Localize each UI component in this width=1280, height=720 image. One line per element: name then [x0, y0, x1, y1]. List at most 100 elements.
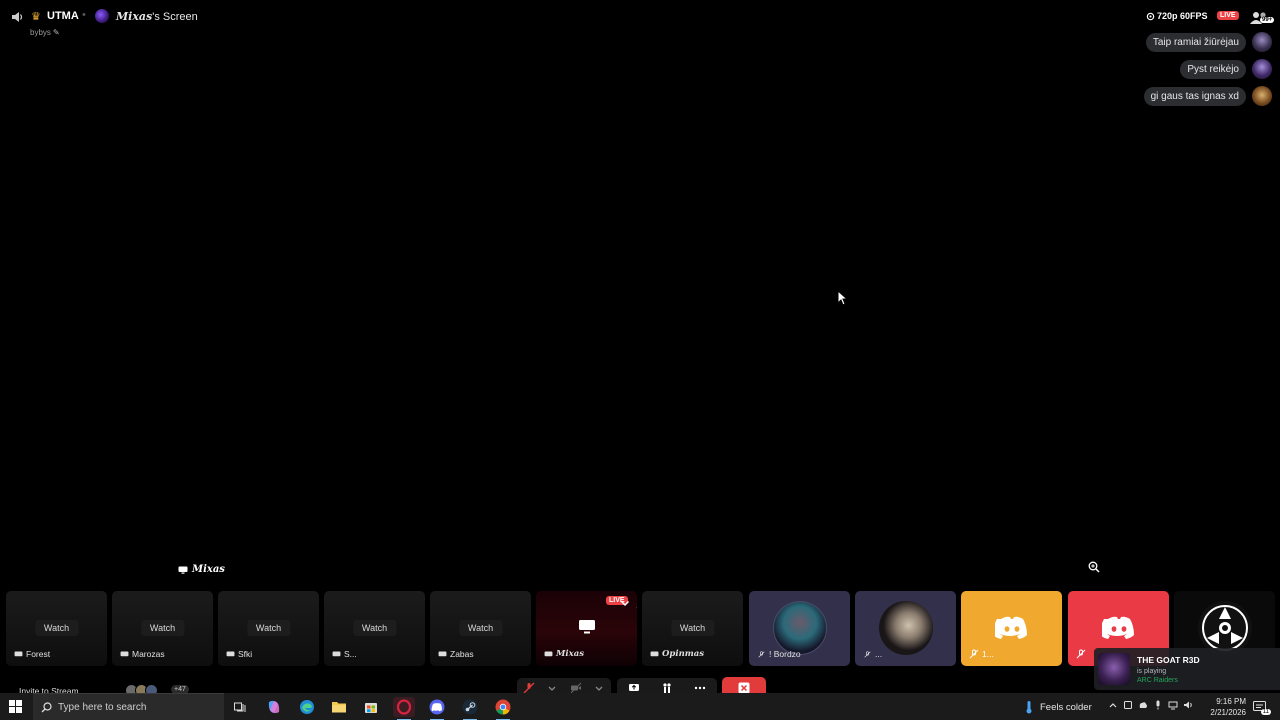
avatar: [1098, 653, 1130, 685]
viewer-count-badge: 99+: [1260, 17, 1275, 23]
chevron-up-icon[interactable]: [1108, 700, 1118, 710]
muted-mic-icon: [969, 649, 979, 659]
watch-button[interactable]: Watch: [34, 620, 79, 636]
file-explorer-icon[interactable]: [328, 697, 350, 717]
avatar: [1252, 59, 1272, 79]
avatar: [1252, 32, 1272, 52]
screen-title: 𝑴𝒊𝒙𝒂𝒔's Screen: [116, 10, 198, 23]
muted-mic-icon: [1076, 649, 1086, 659]
edge-browser-icon[interactable]: [296, 697, 318, 717]
watch-button[interactable]: Watch: [458, 620, 503, 636]
add-person-icon[interactable]: [636, 598, 637, 608]
chat-message: Taip ramiai žiūrėjau: [1145, 32, 1272, 52]
speaker-icon[interactable]: [10, 10, 24, 24]
participant-tile-active[interactable]: LIVE 𝑴𝒊𝒙𝒂𝒔: [536, 591, 637, 666]
avatar: [1252, 86, 1272, 106]
search-placeholder: Type here to search: [58, 702, 147, 713]
copilot-icon[interactable]: [263, 697, 285, 717]
windows-taskbar: Type here to search Feels colder 9:16 PM…: [0, 693, 1280, 720]
screen-share-icon: [438, 650, 447, 656]
participant-name: ...: [863, 649, 882, 659]
participant-tile[interactable]: ! Bordzo: [749, 591, 850, 666]
eye-icon: [1146, 12, 1155, 20]
system-tray: [1108, 700, 1193, 710]
stream-owner-name: 𝑴𝒊𝒙𝒂𝒔: [192, 564, 225, 575]
tile-controls: [620, 598, 637, 608]
notification-center-icon[interactable]: 11: [1253, 700, 1271, 715]
weather-widget[interactable]: Feels colder: [1024, 700, 1092, 714]
chrome-icon[interactable]: [492, 697, 514, 720]
activity-notification[interactable]: THE GOAT R3D is playing ARC Raiders: [1094, 648, 1280, 690]
participant-tile[interactable]: Watch Zabas: [430, 591, 531, 666]
screen-suffix: 's Screen: [152, 11, 198, 23]
microphone-icon[interactable]: [1153, 700, 1163, 710]
magnifier-plus-icon[interactable]: [1088, 561, 1100, 573]
screen-share-icon: [178, 566, 188, 574]
taskbar-clock[interactable]: 9:16 PM 2/21/2026: [1200, 696, 1246, 718]
thermometer-icon: [1026, 701, 1032, 714]
windows-start-icon[interactable]: [9, 700, 22, 713]
discord-app-icon[interactable]: [426, 697, 448, 720]
cloud-icon[interactable]: [1138, 700, 1148, 710]
watch-button[interactable]: Watch: [670, 620, 715, 636]
participant-tile[interactable]: Watch S...: [324, 591, 425, 666]
participant-tile[interactable]: 1...: [961, 591, 1062, 666]
channel-subtitle: bybys ✎: [30, 28, 60, 37]
quality-text: 720p 60FPS: [1157, 11, 1208, 21]
watch-button[interactable]: Watch: [246, 620, 291, 636]
clock-time: 9:16 PM: [1216, 697, 1246, 706]
notification-subtitle: is playing: [1137, 668, 1167, 675]
chevron-down-icon[interactable]: [620, 598, 630, 608]
quality-badge: 720p 60FPS: [1143, 10, 1211, 22]
watch-button[interactable]: Watch: [352, 620, 397, 636]
taskbar-search-box[interactable]: Type here to search: [33, 693, 224, 720]
streamer-avatar: [95, 9, 109, 23]
participant-label: 𝑴𝒊𝒙𝒂𝒔: [556, 649, 584, 659]
chat-message: Pyst reikėjo: [1180, 59, 1272, 79]
notification-title: THE GOAT R3D: [1137, 655, 1200, 665]
crown-icon: ♛: [31, 11, 41, 23]
clock-date: 2/21/2026: [1210, 708, 1246, 717]
subtitle-text: bybys: [30, 28, 51, 37]
watch-button[interactable]: Watch: [140, 620, 185, 636]
participant-tile[interactable]: Watch 𝑶𝒑𝒊𝒏𝒎𝒂𝒔: [642, 591, 743, 666]
participant-tile[interactable]: Watch Sfki: [218, 591, 319, 666]
screen-share-icon: [332, 650, 341, 656]
screen-share-icon: [14, 650, 23, 656]
participant-name: Forest: [14, 649, 50, 659]
muted-mic-icon: [758, 650, 765, 658]
opera-gx-icon[interactable]: [393, 697, 415, 720]
chat-bubble: gi gaus tas ignas xd: [1143, 86, 1246, 106]
pencil-icon[interactable]: ✎: [53, 28, 60, 37]
avatar: [772, 601, 827, 655]
task-view-icon[interactable]: [229, 697, 251, 717]
notification-game: ARC Raiders: [1137, 677, 1178, 684]
tray-app-icon[interactable]: [1123, 700, 1133, 710]
participant-label: 𝑶𝒑𝒊𝒏𝒎𝒂𝒔: [662, 649, 705, 659]
microsoft-store-icon[interactable]: [360, 697, 382, 717]
screen-share-icon: [226, 650, 235, 656]
steam-icon[interactable]: [459, 697, 481, 720]
participant-label: S...: [344, 649, 357, 659]
stream-owner-label: 𝑴𝒊𝒙𝒂𝒔: [178, 564, 225, 575]
participant-tile[interactable]: Watch Marozas: [112, 591, 213, 666]
weather-text: Feels colder: [1040, 701, 1092, 713]
chat-message: gi gaus tas ignas xd: [1143, 86, 1272, 106]
participant-label: Sfki: [238, 649, 253, 659]
participant-label: ...: [875, 649, 883, 659]
mouse-pointer-icon: [837, 290, 849, 306]
muted-mic-icon: [864, 650, 871, 658]
participant-label: 1...: [982, 649, 994, 659]
network-icon[interactable]: [1168, 700, 1178, 710]
monitor-icon: [579, 620, 595, 634]
stream-header: ♛ UTMA • 𝑴𝒊𝒙𝒂𝒔's Screen bybys ✎ 720p 60FP…: [0, 0, 1280, 40]
participant-name: Marozas: [120, 649, 165, 659]
chat-bubble: Taip ramiai žiūrėjau: [1145, 32, 1246, 52]
speaker-icon[interactable]: [1183, 700, 1193, 710]
participant-name: ! Bordzo: [757, 649, 801, 659]
participant-tile[interactable]: ...: [855, 591, 956, 666]
participant-tile[interactable]: Watch Forest: [6, 591, 107, 666]
participant-label: ! Bordzo: [769, 649, 801, 659]
screen-share-icon: [544, 650, 553, 656]
separator-dot: •: [82, 9, 86, 21]
